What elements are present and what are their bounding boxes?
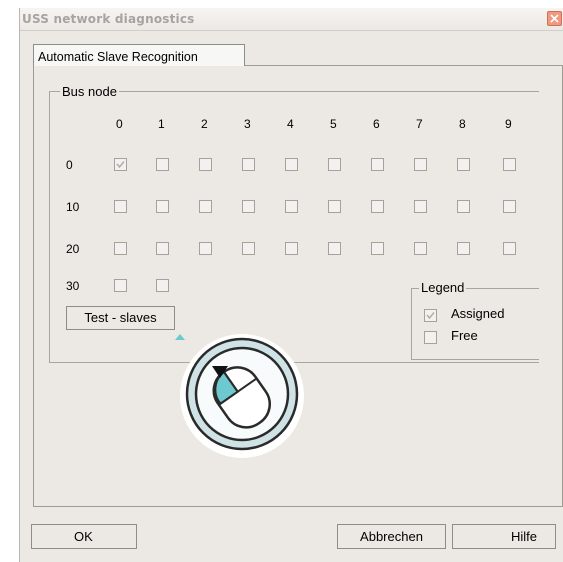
bus-node-checkbox-20[interactable] bbox=[114, 242, 127, 255]
help-label: Hilfe bbox=[510, 529, 537, 544]
column-header: 0 bbox=[116, 117, 123, 131]
title-bar[interactable]: USS network diagnostics bbox=[20, 8, 563, 31]
bus-node-checkbox-29[interactable] bbox=[503, 242, 516, 255]
column-header: 3 bbox=[244, 117, 251, 131]
bus-node-checkbox-25[interactable] bbox=[328, 242, 341, 255]
column-header: 1 bbox=[158, 117, 165, 131]
column-header: 6 bbox=[373, 117, 380, 131]
test-slaves-button[interactable]: Test - slaves bbox=[66, 306, 175, 330]
row-header: 10 bbox=[66, 200, 80, 214]
cancel-label: Abbrechen bbox=[360, 529, 423, 544]
bus-node-checkbox-30[interactable] bbox=[114, 279, 127, 292]
bus-node-checkbox-2[interactable] bbox=[199, 158, 212, 171]
column-header: 4 bbox=[287, 117, 294, 131]
row-header: 20 bbox=[66, 242, 80, 256]
bus-node-checkbox-15[interactable] bbox=[328, 200, 341, 213]
bus-node-checkbox-21[interactable] bbox=[156, 242, 169, 255]
bus-node-checkbox-23[interactable] bbox=[242, 242, 255, 255]
bus-node-checkbox-5[interactable] bbox=[328, 158, 341, 171]
bus-node-checkbox-24[interactable] bbox=[285, 242, 298, 255]
ok-button[interactable]: OK bbox=[31, 524, 137, 549]
bus-node-checkbox-19[interactable] bbox=[503, 200, 516, 213]
ok-label: OK bbox=[74, 529, 93, 544]
bus-node-checkbox-12[interactable] bbox=[199, 200, 212, 213]
bus-node-checkbox-31[interactable] bbox=[156, 279, 169, 292]
bus-node-checkbox-17[interactable] bbox=[414, 200, 427, 213]
bus-node-checkbox-27[interactable] bbox=[414, 242, 427, 255]
bus-node-checkbox-0[interactable] bbox=[114, 158, 127, 171]
window-title: USS network diagnostics bbox=[22, 12, 195, 26]
checkmark-icon bbox=[116, 161, 125, 169]
legend-group bbox=[411, 288, 539, 360]
close-button[interactable] bbox=[547, 11, 562, 26]
legend-assigned-label: Assigned bbox=[451, 306, 505, 321]
column-header: 7 bbox=[416, 117, 423, 131]
bus-node-checkbox-16[interactable] bbox=[371, 200, 384, 213]
bus-node-checkbox-18[interactable] bbox=[457, 200, 470, 213]
tab-automatic-slave-recognition[interactable]: Automatic Slave Recognition bbox=[33, 44, 245, 66]
bus-node-checkbox-28[interactable] bbox=[457, 242, 470, 255]
checkmark-icon bbox=[426, 312, 435, 320]
legend-free-label: Free bbox=[451, 328, 478, 343]
help-button[interactable]: Hilfe bbox=[452, 524, 556, 549]
bus-node-checkbox-10[interactable] bbox=[114, 200, 127, 213]
legend-free-checkbox bbox=[424, 331, 437, 344]
bus-node-checkbox-8[interactable] bbox=[457, 158, 470, 171]
bus-node-checkbox-3[interactable] bbox=[242, 158, 255, 171]
bus-node-checkbox-26[interactable] bbox=[371, 242, 384, 255]
column-header: 5 bbox=[330, 117, 337, 131]
pointer-arrow-icon bbox=[175, 334, 185, 340]
bus-node-label: Bus node bbox=[60, 84, 119, 99]
bus-node-checkbox-22[interactable] bbox=[199, 242, 212, 255]
column-header: 9 bbox=[505, 117, 512, 131]
legend-title: Legend bbox=[419, 280, 467, 295]
legend-assigned-checkbox bbox=[424, 309, 437, 322]
bus-node-checkbox-7[interactable] bbox=[414, 158, 427, 171]
bus-node-checkbox-13[interactable] bbox=[242, 200, 255, 213]
bus-node-checkbox-6[interactable] bbox=[371, 158, 384, 171]
bus-node-checkbox-11[interactable] bbox=[156, 200, 169, 213]
bus-node-checkbox-1[interactable] bbox=[156, 158, 169, 171]
mouse-click-illustration bbox=[175, 334, 304, 458]
bus-node-checkbox-4[interactable] bbox=[285, 158, 298, 171]
bus-node-checkbox-9[interactable] bbox=[503, 158, 516, 171]
column-header: 2 bbox=[201, 117, 208, 131]
row-header: 0 bbox=[66, 158, 73, 172]
row-header: 30 bbox=[66, 279, 80, 293]
tab-label: Automatic Slave Recognition bbox=[38, 50, 198, 64]
column-header: 8 bbox=[459, 117, 466, 131]
cancel-button[interactable]: Abbrechen bbox=[337, 524, 446, 549]
close-icon bbox=[550, 14, 559, 23]
bus-node-checkbox-14[interactable] bbox=[285, 200, 298, 213]
test-slaves-label: Test - slaves bbox=[84, 310, 157, 325]
